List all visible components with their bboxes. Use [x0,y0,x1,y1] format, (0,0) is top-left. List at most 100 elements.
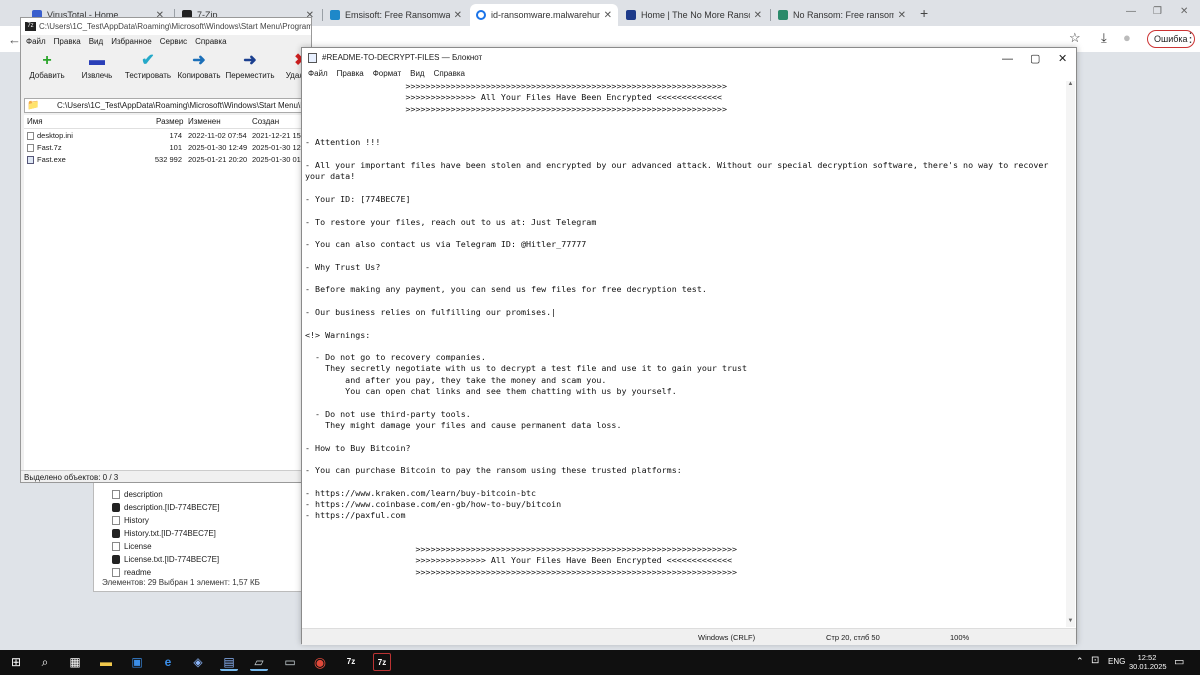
menu-file[interactable]: Файл [26,35,46,49]
language-indicator[interactable]: ENG [1108,657,1125,666]
7zip-logo-icon: 7z [25,22,36,31]
text-editor[interactable]: >>>>>>>>>>>>>>>>>>>>>>>>>>>>>>>>>>>>>>>>… [305,81,1067,627]
list-item[interactable]: description.[ID-774BEC7E] [112,503,220,512]
list-item[interactable]: description [112,490,163,499]
table-row[interactable]: desktop.ini 174 2022-11-02 07:54 2021-12… [24,130,310,142]
menu-file[interactable]: Файл [308,67,328,81]
explorer-running-icon[interactable]: ▤ [220,653,238,671]
profile-icon[interactable]: ● [1123,30,1131,45]
tab-noransom[interactable]: No Ransom: Free ransomware file decrypti… [772,4,912,26]
cursor-position: Стр 20, стлб 50 [826,633,880,642]
menu-bar: Файл Правка Формат Вид Справка [302,67,1076,81]
close-icon[interactable]: ✕ [604,10,612,21]
list-item[interactable]: License.txt.[ID-774BEC7E] [112,555,219,564]
list-item[interactable]: History.txt.[ID-774BEC7E] [112,529,216,538]
close-icon[interactable]: ✕ [898,10,906,21]
scroll-up-icon[interactable]: ▲ [1066,81,1075,90]
file-modified: 2022-11-02 07:54 [188,131,247,140]
clock-time: 12:52 [1137,653,1157,662]
encoding-status: Windows (CRLF) [698,633,756,642]
nomoreransom-icon [626,10,636,20]
locked-file-icon [112,529,120,538]
app-window-icon[interactable]: ▭ [281,653,299,671]
menu-view[interactable]: Вид [410,67,424,81]
path-text: C:\Users\1C_Test\AppData\Roaming\Microso… [57,101,309,110]
maximize-icon[interactable]: ❐ [1153,6,1162,17]
file-modified: 2025-01-21 20:20 [188,155,248,164]
table-row[interactable]: Fast.exe 532 992 2025-01-21 20:20 2025-0… [24,154,310,166]
copy-arrow-icon: ➜ [192,52,206,69]
menu-bar: Файл Правка Вид Избранное Сервис Справка [21,35,311,49]
copy-label: Копировать [177,71,221,80]
test-button[interactable]: ✔ Тестировать [122,51,174,80]
extract-button[interactable]: ▬ Извлечь [71,51,123,80]
windows-start-icon[interactable]: ⊞ [7,653,25,671]
tab-emsisoft[interactable]: Emsisoft: Free Ransomware Decryptors ✕ [324,4,468,26]
file-icon [112,542,120,551]
move-button[interactable]: ➜ Переместить [224,51,276,80]
tab-id-ransomware[interactable]: id-ransomware.malwarehunterteam.com ✕ [470,4,618,26]
col-size[interactable]: Размер [156,115,184,129]
menu-help[interactable]: Справка [195,35,226,49]
file-created: 2021-12-21 15:4 [252,131,308,140]
vertical-scrollbar[interactable]: ▲ ▼ [1066,81,1075,627]
file-size: 101 [169,143,182,152]
list-item[interactable]: History [112,516,149,525]
store-icon[interactable]: ▣ [128,653,146,671]
menu-view[interactable]: Вид [89,35,103,49]
menu-tools[interactable]: Сервис [160,35,187,49]
menu-format[interactable]: Формат [373,67,401,81]
file-name: History.txt.[ID-774BEC7E] [124,529,216,538]
file-name: Fast.7z [37,143,62,152]
new-tab-button[interactable]: + [920,5,928,21]
edge-icon[interactable]: e [159,653,177,671]
emsisoft-icon [330,10,340,20]
search-icon[interactable]: ⌕ [36,653,54,671]
add-button[interactable]: + Добавить [21,51,73,80]
col-created[interactable]: Создан [252,115,279,129]
bookmark-star-icon[interactable]: ☆ [1069,30,1081,46]
table-row[interactable]: Fast.7z 101 2025-01-30 12:49 2025-01-30 … [24,142,310,154]
menu-edit[interactable]: Правка [337,67,364,81]
clock-date: 30.01.2025 [1129,662,1167,671]
7zip-active-taskbar-icon[interactable]: 7z [373,653,391,671]
col-modified[interactable]: Изменен [188,115,221,129]
menu-help[interactable]: Справка [434,67,465,81]
notification-icon[interactable]: ▭ [1174,655,1184,668]
close-icon[interactable]: ✕ [754,10,762,21]
column-headers: Имя Размер Изменен Создан [24,115,310,129]
folder-up-icon[interactable]: 📁 [27,99,39,112]
7zip-taskbar-icon[interactable]: 7z [342,653,360,671]
network-icon[interactable]: ⊡ [1091,655,1099,666]
tab-nomoreransom[interactable]: Home | The No More Ransom Project ✕ [620,4,768,26]
explorer-status-bar: Элементов: 29 Выбран 1 элемент: 1,57 КБ [102,578,260,587]
menu-kebab-icon[interactable]: ⋮ [1184,30,1197,46]
menu-edit[interactable]: Правка [54,35,81,49]
list-item[interactable]: readme [112,568,151,577]
scroll-down-icon[interactable]: ▼ [1066,618,1075,627]
clock[interactable]: 12:52 30.01.2025 [1129,653,1167,671]
zoom-level: 100% [950,633,970,642]
status-bar: Выделено объектов: 0 / 3 [21,470,311,482]
col-name[interactable]: Имя [27,115,43,129]
download-icon[interactable]: ⤓ [1101,30,1107,46]
app-icon[interactable]: ◈ [189,653,207,671]
path-field[interactable]: 📁 C:\Users\1C_Test\AppData\Roaming\Micro… [24,98,310,113]
close-icon[interactable]: ✕ [454,10,462,21]
test-label: Тестировать [124,71,172,80]
file-icon [112,568,120,577]
menu-favorites[interactable]: Избранное [111,35,152,49]
chevron-up-icon[interactable]: ⌃ [1076,656,1084,667]
window-title-text: #README-TO-DECRYPT-FILES — Блокнот [322,53,483,62]
file-name: History [124,516,149,525]
chrome-icon[interactable]: ◉ [311,653,329,671]
file-explorer-icon[interactable]: ▬ [97,653,115,671]
notepad-taskbar-icon[interactable]: ▱ [250,653,268,671]
close-window-icon[interactable]: ✕ [1180,6,1188,17]
kaspersky-icon [778,10,788,20]
window-title: 7z C:\Users\1C_Test\AppData\Roaming\Micr… [21,18,311,35]
minimize-icon[interactable]: — [1126,6,1136,17]
copy-button[interactable]: ➜ Копировать [173,51,225,80]
list-item[interactable]: License [112,542,152,551]
task-view-icon[interactable]: ▦ [66,653,84,671]
